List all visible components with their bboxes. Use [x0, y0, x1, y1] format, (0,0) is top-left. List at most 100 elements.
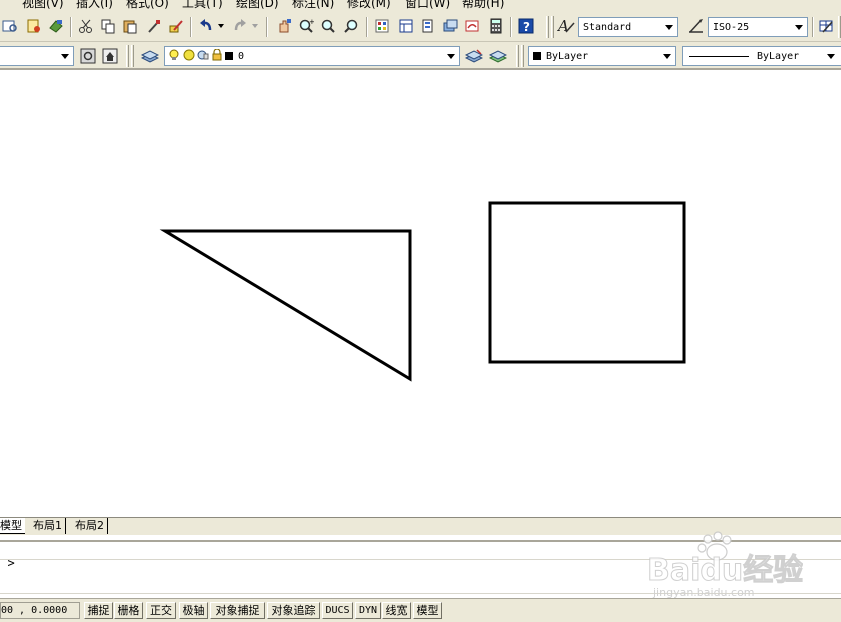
redo-dropdown-icon[interactable]: [250, 16, 260, 36]
layer-name: 0: [238, 50, 245, 62]
command-prompt[interactable]: 命令: >: [0, 554, 46, 571]
coordinate-readout: 00 , 0.0000: [0, 602, 80, 619]
tab-layout2[interactable]: 布局2: [72, 518, 108, 534]
menu-insert[interactable]: 插入(I): [76, 0, 113, 10]
chevron-down-icon: [663, 54, 671, 59]
layer-combo[interactable]: 0: [164, 46, 460, 66]
chevron-down-icon: [447, 54, 455, 59]
cut-icon[interactable]: [76, 16, 96, 36]
toolbar-grip[interactable]: [516, 45, 519, 67]
color-combo[interactable]: ByLayer: [528, 46, 676, 66]
menu-modify[interactable]: 修改(M): [347, 0, 391, 10]
linetype-sample: [689, 55, 749, 57]
paste-icon[interactable]: [120, 16, 140, 36]
calculator-icon[interactable]: [486, 16, 506, 36]
copy-icon[interactable]: [98, 16, 118, 36]
toolbar-separator: [266, 17, 268, 37]
zoom-window-icon[interactable]: [318, 16, 338, 36]
layers-toolbar: 0 ByLayer ByLayer: [0, 42, 841, 70]
menu-bar: 视图(V) 插入(I) 格式(O) 工具(T) 绘图(D) 标注(N) 修改(M…: [0, 0, 841, 10]
baidu-watermark: Baidu经验 jingyan.baidu.com: [643, 528, 804, 599]
standard-toolbar: + ? A Standard ISO-25: [0, 10, 841, 42]
menu-dimension[interactable]: 标注(N): [292, 0, 334, 10]
lock-icon: [211, 47, 223, 64]
layer-manager-icon[interactable]: [140, 46, 160, 66]
my-workspace-icon[interactable]: [100, 46, 120, 66]
viewport-freeze-icon: [197, 49, 209, 64]
status-bar: 00 , 0.0000 捕捉 栅格 正交 极轴 对象捕捉 对象追踪 DUCS D…: [0, 598, 841, 622]
chevron-down-icon: [827, 54, 835, 59]
sheet-set-icon[interactable]: [440, 16, 460, 36]
table-style-icon[interactable]: [816, 16, 836, 36]
toolbar-separator: [510, 17, 512, 37]
watermark-url: jingyan.baidu.com: [652, 586, 755, 598]
menu-view[interactable]: 视图(V): [22, 0, 64, 10]
dyn-toggle[interactable]: DYN: [355, 602, 381, 619]
osnap-toggle[interactable]: 对象捕捉: [210, 602, 265, 619]
chevron-down-icon: [665, 25, 673, 30]
toolbar-grip[interactable]: [521, 45, 524, 67]
triangle-entity[interactable]: [159, 229, 412, 382]
drawing-canvas[interactable]: [0, 71, 841, 517]
linetype-combo[interactable]: ByLayer: [682, 46, 841, 66]
properties-icon[interactable]: [372, 16, 392, 36]
zoom-realtime-icon[interactable]: +: [296, 16, 316, 36]
match-properties-icon[interactable]: [144, 16, 164, 36]
dimension-style-icon[interactable]: [686, 16, 706, 36]
tool-palettes-icon[interactable]: [418, 16, 438, 36]
menu-format[interactable]: 格式(O): [126, 0, 169, 10]
ortho-toggle[interactable]: 正交: [146, 602, 176, 619]
otrack-toggle[interactable]: 对象追踪: [267, 602, 320, 619]
tab-layout1[interactable]: 布局1: [30, 518, 66, 534]
layer-color-swatch: [225, 52, 233, 60]
toolbar-grip[interactable]: [551, 16, 554, 38]
toolbar-grip[interactable]: [126, 45, 129, 67]
lineweight-toggle[interactable]: 线宽: [382, 602, 411, 619]
workspace-combo[interactable]: [0, 46, 74, 66]
drawing-area[interactable]: [0, 71, 841, 517]
dimension-style-value: ISO-25: [713, 21, 750, 33]
model-toggle[interactable]: 模型: [413, 602, 442, 619]
menu-draw[interactable]: 绘图(D): [236, 0, 279, 10]
svg-text:?: ?: [523, 20, 530, 34]
text-style-icon[interactable]: A: [556, 16, 576, 36]
lightbulb-icon: [169, 49, 181, 64]
publish-icon[interactable]: [24, 16, 44, 36]
snap-toggle[interactable]: 捕捉: [84, 602, 113, 619]
color-value: ByLayer: [546, 50, 589, 62]
polar-toggle[interactable]: 极轴: [179, 602, 208, 619]
svg-text:+: +: [309, 18, 314, 26]
menu-tools[interactable]: 工具(T): [182, 0, 223, 10]
toolbar-grip[interactable]: [131, 45, 134, 67]
toolbar-separator: [70, 17, 72, 37]
undo-icon[interactable]: [196, 16, 216, 36]
layer-previous-icon[interactable]: [488, 46, 508, 66]
undo-dropdown-icon[interactable]: [216, 16, 226, 36]
rectangle-entity[interactable]: [488, 201, 686, 364]
help-icon[interactable]: ?: [516, 16, 536, 36]
3d-dwf-icon[interactable]: [46, 16, 66, 36]
workspace-settings-icon[interactable]: [78, 46, 98, 66]
redo-icon[interactable]: [230, 16, 250, 36]
text-style-combo[interactable]: Standard: [578, 17, 678, 37]
design-center-icon[interactable]: [396, 16, 416, 36]
sun-icon: [183, 49, 195, 64]
block-editor-icon[interactable]: [166, 16, 186, 36]
toolbar-separator: [366, 17, 368, 37]
markup-set-icon[interactable]: [462, 16, 482, 36]
tab-model[interactable]: 模型: [0, 518, 25, 534]
menu-window[interactable]: 窗口(W): [405, 0, 450, 10]
dimension-style-combo[interactable]: ISO-25: [708, 17, 808, 37]
ducs-toggle[interactable]: DUCS: [322, 602, 353, 619]
toolbar-grip[interactable]: [546, 16, 549, 38]
chevron-down-icon: [61, 54, 69, 59]
chevron-down-icon: [795, 25, 803, 30]
text-style-value: Standard: [583, 21, 632, 33]
grid-toggle[interactable]: 栅格: [114, 602, 143, 619]
make-object-layer-current-icon[interactable]: [464, 46, 484, 66]
menu-help[interactable]: 帮助(H): [462, 0, 504, 10]
svg-text:A: A: [557, 17, 569, 35]
zoom-previous-icon[interactable]: [342, 16, 362, 36]
preview-icon[interactable]: [0, 16, 20, 36]
pan-icon[interactable]: [274, 16, 294, 36]
